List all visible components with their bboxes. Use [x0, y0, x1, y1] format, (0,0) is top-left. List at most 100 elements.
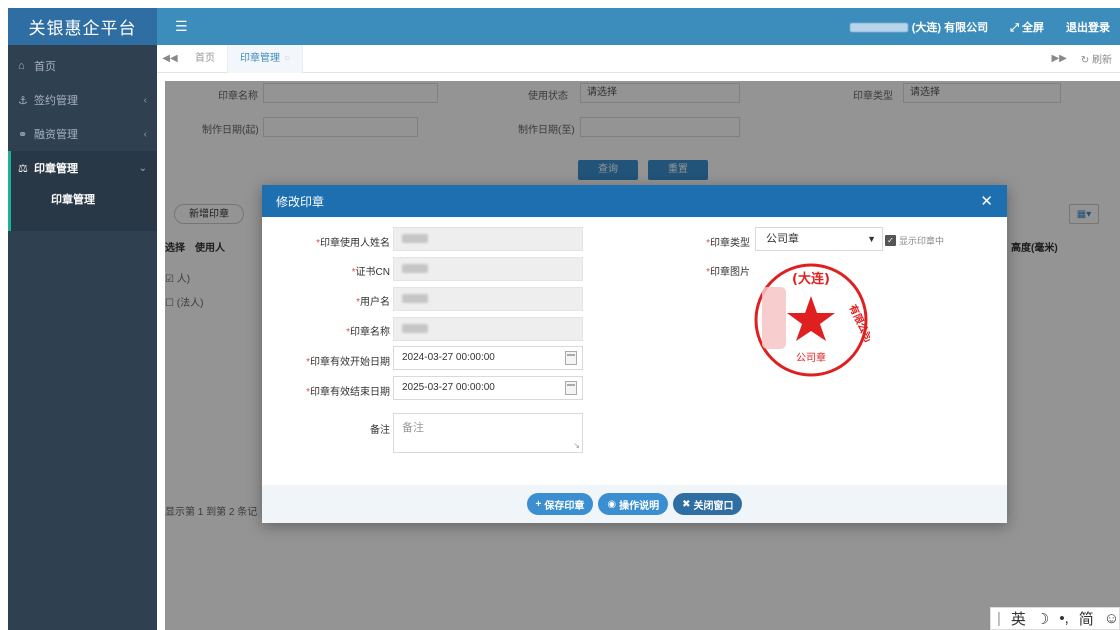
label-text: 用户名	[360, 297, 390, 308]
redacted-text	[402, 263, 428, 273]
sidebar-item-label: 签约管理	[34, 95, 78, 107]
chevron-down-icon: ▼	[867, 234, 876, 244]
moon-icon[interactable]: ☽	[1036, 610, 1049, 628]
label-text: 印章使用人姓名	[320, 238, 390, 249]
redacted-text	[402, 323, 428, 333]
seal-name-field[interactable]	[393, 317, 583, 341]
user-name-label: *印章使用人姓名	[316, 238, 390, 249]
fullscreen-button[interactable]: ⤢ 全屏	[1010, 19, 1044, 35]
sidebar-subitem-seal-management[interactable]: 印章管理	[11, 185, 157, 207]
button-label: 操作说明	[619, 500, 660, 512]
app-title: 关银惠企平台	[8, 8, 157, 45]
resize-grip-icon[interactable]: ↘	[573, 441, 580, 450]
checkbox-label: 显示印章中	[899, 236, 945, 246]
seal-type-value: 公司章	[766, 233, 799, 245]
seal-text-right: 有限公司	[846, 302, 870, 344]
tab-home[interactable]: 首页	[183, 44, 228, 73]
modal-title: 修改印章	[276, 194, 325, 209]
home-icon: ⌂	[18, 60, 25, 72]
refresh-label: 刷新	[1092, 55, 1112, 66]
fullscreen-label: 全屏	[1022, 21, 1044, 34]
sidebar-item-finance[interactable]: ⚭ 融资管理 ‹	[8, 117, 157, 151]
help-button[interactable]: ◉ 操作说明	[598, 493, 669, 515]
label-text: 印章图片	[710, 267, 750, 278]
chevron-left-icon: ‹	[143, 94, 147, 106]
start-date-label: *印章有效开始日期	[306, 357, 390, 368]
chevron-left-icon: ‹	[143, 128, 147, 140]
tab-seal-management[interactable]: 印章管理 ○	[228, 44, 304, 73]
edit-seal-modal: 修改印章 ✕ *印章使用人姓名 *证书CN *用户名 *印章名称 *印章有效开始…	[262, 185, 1007, 523]
company-name-text: (大连) 有限公司	[911, 21, 989, 34]
end-date-value: 2025-03-27 00:00:00	[402, 382, 495, 393]
fullscreen-icon: ⤢	[1010, 21, 1022, 34]
modal-footer: + 保存印章 ◉ 操作说明 ✖ 关闭窗口	[262, 485, 1007, 523]
show-in-seal-checkbox[interactable]: ✓ 显示印章中	[885, 234, 944, 247]
sidebar-item-seals[interactable]: ⚖ 印章管理 ⌄	[8, 151, 157, 185]
cert-cn-field[interactable]	[393, 257, 583, 281]
menu-toggle-icon[interactable]: ☰	[175, 18, 188, 35]
logout-button[interactable]: 退出登录	[1066, 19, 1110, 35]
ime-lang[interactable]: 英	[1011, 608, 1026, 629]
remark-label: 备注	[370, 425, 390, 436]
tabs-scroll-right-icon[interactable]: ▶▶	[1051, 53, 1066, 64]
user-name-field[interactable]	[393, 227, 583, 251]
sidebar-item-label: 融资管理	[34, 129, 78, 141]
redacted-text	[402, 233, 428, 243]
seal-type-label: *印章类型	[706, 238, 750, 249]
refresh-icon: ↻	[1080, 55, 1092, 66]
remark-placeholder: 备注	[402, 422, 424, 434]
sidebar-item-label: 印章管理	[34, 163, 78, 175]
username-label: *用户名	[356, 297, 390, 308]
tab-close-icon[interactable]: ○	[284, 53, 290, 64]
sidebar-item-contracts[interactable]: ⚓ 签约管理 ‹	[8, 83, 157, 117]
seal-text-top: (大连)	[792, 271, 830, 287]
ime-divider: |	[997, 610, 1001, 627]
top-bar: ☰ (大连) 有限公司 ⤢ 全屏 退出登录	[157, 8, 1120, 45]
redacted-text	[849, 23, 908, 33]
save-seal-button[interactable]: + 保存印章	[526, 493, 594, 515]
emoji-icon[interactable]: ☺	[1104, 610, 1119, 627]
calendar-icon[interactable]	[565, 351, 577, 365]
refresh-button[interactable]: ↻ 刷新	[1081, 51, 1112, 66]
label-text: 印章名称	[350, 327, 390, 338]
sidebar-item-label: 首页	[34, 61, 56, 73]
tab-label: 印章管理	[240, 52, 280, 64]
sidebar: 关银惠企平台 ⌂ 首页 ⚓ 签约管理 ‹ ⚭ 融资管理 ‹ ⚖ 印章管理 ⌄ 印…	[8, 8, 157, 630]
seal-stamp-image: (大连) 有限公司 公司章	[754, 263, 870, 377]
redacted-region	[762, 287, 786, 349]
label-text: 印章有效结束日期	[310, 387, 390, 398]
end-date-input[interactable]: 2025-03-27 00:00:00	[393, 376, 583, 400]
start-date-value: 2024-03-27 00:00:00	[402, 352, 495, 363]
company-name: (大连) 有限公司	[849, 19, 989, 35]
anchor-icon: ⚓	[18, 94, 28, 107]
start-date-input[interactable]: 2024-03-27 00:00:00	[393, 346, 583, 370]
redacted-text	[402, 293, 428, 303]
chevron-down-icon: ⌄	[138, 162, 147, 174]
tabs-scroll-left-icon[interactable]: ◀◀	[157, 53, 183, 64]
eye-icon: ◉	[607, 498, 617, 510]
cert-cn-label: *证书CN	[351, 267, 390, 278]
ime-mode[interactable]: 简	[1079, 608, 1094, 629]
end-date-label: *印章有效结束日期	[306, 387, 390, 398]
ime-toolbar: | 英 ☽ •, 简 ☺	[990, 607, 1120, 630]
checkbox-checked-icon: ✓	[885, 235, 896, 246]
punctuation-icon[interactable]: •,	[1059, 610, 1068, 627]
seal-image-label: *印章图片	[706, 267, 750, 278]
close-window-button[interactable]: ✖ 关闭窗口	[673, 493, 743, 515]
label-text: 印章类型	[710, 238, 750, 249]
close-icon: ✖	[682, 498, 691, 510]
remark-textarea[interactable]: 备注 ↘	[393, 413, 583, 453]
seal-type-select[interactable]: 公司章 ▼	[755, 227, 883, 251]
calendar-icon[interactable]	[565, 381, 577, 395]
sidebar-subnav: 印章管理	[8, 185, 157, 231]
button-label: 关闭窗口	[693, 500, 734, 512]
finance-icon: ⚭	[18, 128, 28, 141]
username-field[interactable]	[393, 287, 583, 311]
button-label: 保存印章	[544, 500, 585, 512]
seal-icon: ⚖	[18, 162, 28, 175]
sidebar-item-home[interactable]: ⌂ 首页	[8, 49, 157, 83]
close-icon[interactable]: ✕	[980, 192, 993, 210]
label-text: 证书CN	[355, 267, 390, 278]
modal-header: 修改印章 ✕	[262, 185, 1007, 217]
tabs-bar: ◀◀ 首页 印章管理 ○ ▶▶ ↻ 刷新	[157, 44, 1120, 73]
